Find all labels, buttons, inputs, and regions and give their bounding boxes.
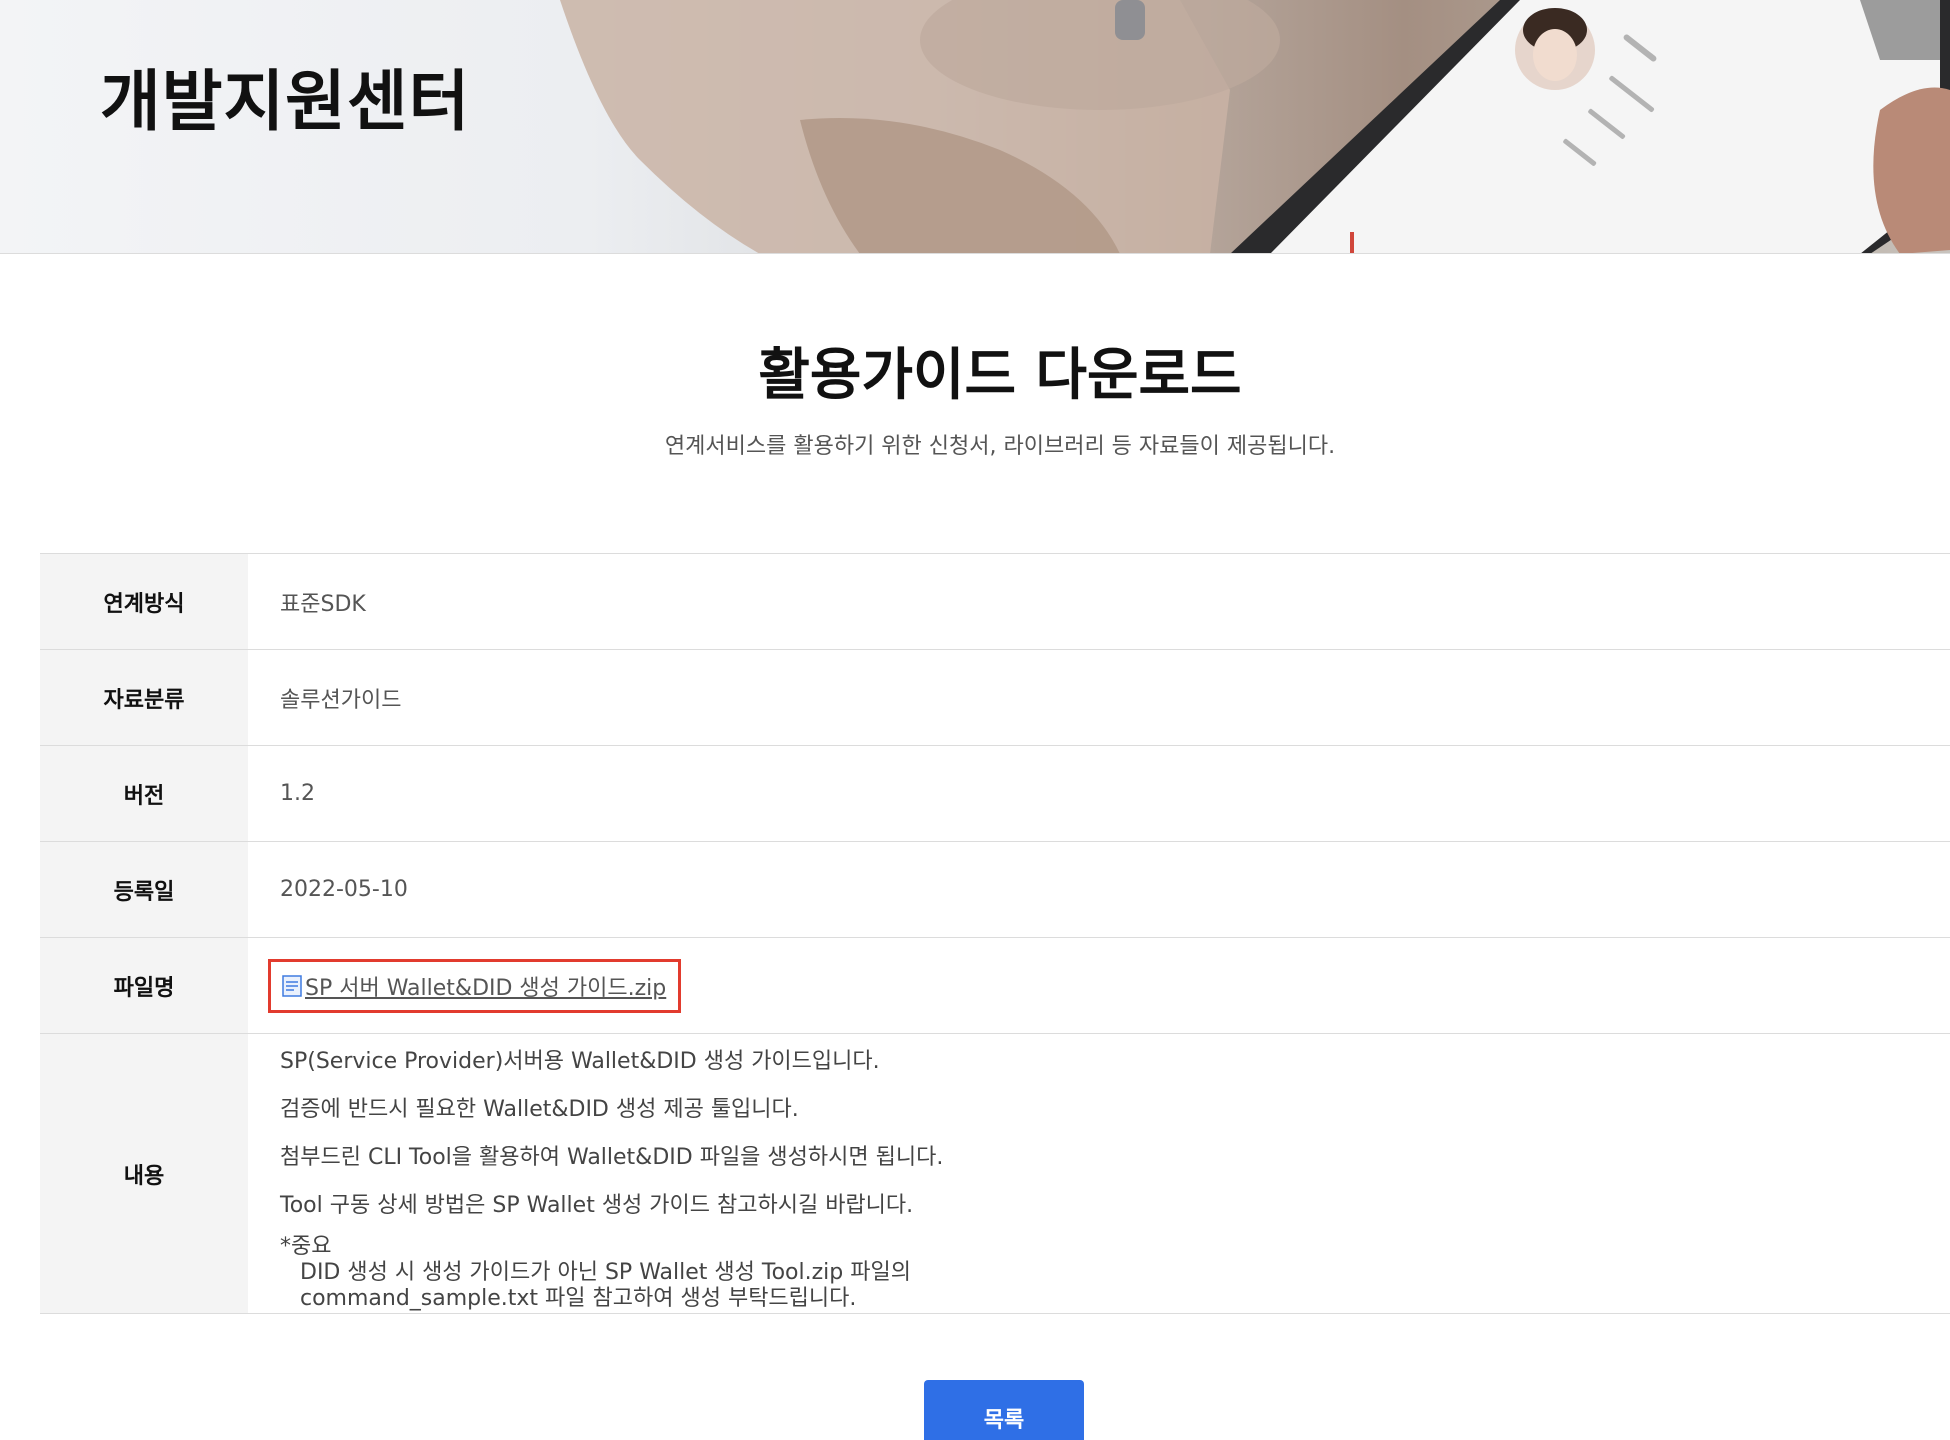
list-button[interactable]: 목록 [924,1380,1084,1440]
file-download-link[interactable]: SP 서버 Wallet&DID 생성 가이드.zip [305,970,666,1002]
detail-row-date: 등록일 2022-05-10 [40,842,1950,938]
content-line: Tool 구동 상세 방법은 SP Wallet 생성 가이드 참고하시길 바랍… [280,1193,914,1218]
important-line: DID 생성 시 생성 가이드가 아닌 SP Wallet 생성 Tool.zi… [300,1260,911,1285]
detail-row-file: 파일명 SP 서버 Wallet&DID 생성 가이드.zip [40,938,1950,1034]
document-icon [282,974,302,997]
detail-row-content: 내용 SP(Service Provider)서버용 Wallet&DID 생성… [40,1034,1950,1314]
file-download-highlight: SP 서버 Wallet&DID 생성 가이드.zip [268,958,682,1013]
row-label: 자료분류 [40,650,248,745]
row-value: 1.2 [280,781,315,806]
row-label: 연계방식 [40,554,248,649]
page-title: 활용가이드 다운로드 [758,343,1242,408]
detail-row-method: 연계방식 표준SDK [40,554,1950,650]
row-label: 파일명 [40,938,248,1033]
content-line: 첨부드린 CLI Tool을 활용하여 Wallet&DID 파일을 생성하시면… [280,1145,944,1170]
content-body: SP(Service Provider)서버용 Wallet&DID 생성 가이… [248,1034,1950,1313]
row-label: 등록일 [40,842,248,937]
hero-banner: 개발지원센터 [0,0,1950,254]
row-value: SP 서버 Wallet&DID 생성 가이드.zip [248,938,1950,1033]
detail-row-category: 자료분류 솔루션가이드 [40,650,1950,746]
row-label: 내용 [40,1034,248,1313]
detail-row-version: 버전 1.2 [40,746,1950,842]
row-value: 2022-05-10 [280,877,408,902]
page-subtitle: 연계서비스를 활용하기 위한 신청서, 라이브러리 등 자료들이 제공됩니다. [664,434,1336,459]
page-banner-title: 개발지원센터 [100,63,471,140]
content-line: SP(Service Provider)서버용 Wallet&DID 생성 가이… [280,1049,880,1074]
content-line: 검증에 반드시 필요한 Wallet&DID 생성 제공 툴입니다. [280,1097,799,1122]
row-value: 표준SDK [280,591,366,617]
row-value: 솔루션가이드 [280,687,402,713]
row-label: 버전 [40,746,248,841]
detail-table: 연계방식 표준SDK 자료분류 솔루션가이드 버전 1.2 등록일 2022-0… [40,553,1950,1314]
important-title: *중요 [280,1234,332,1259]
important-line: command_sample.txt 파일 참고하여 생성 부탁드립니다. [300,1286,857,1311]
